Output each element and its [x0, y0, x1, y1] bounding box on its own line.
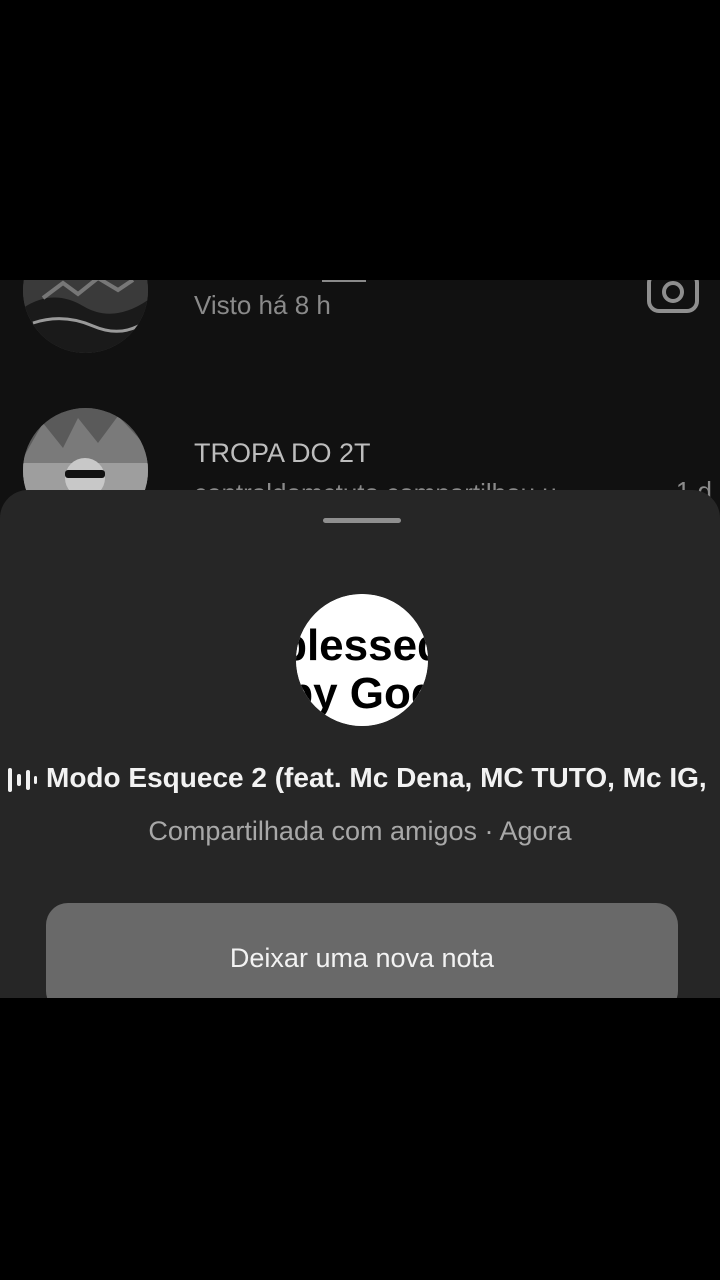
note-avatar[interactable]: blessed by God [296, 594, 428, 726]
app-screen: Visto há 8 h TROPA DO 2T centraldomctuto… [0, 280, 720, 998]
note-bottom-sheet: blessed by God Modo Esquece 2 (feat. Mc … [0, 490, 720, 998]
shared-info: Compartilhada com amigos · Agora [148, 816, 572, 846]
song-row[interactable]: Modo Esquece 2 (feat. Mc Dena, MC TUTO, … [0, 760, 720, 800]
last-seen-text: Visto há 8 h [194, 290, 331, 320]
avatar-text-line2: by God [296, 669, 428, 718]
song-title: Modo Esquece 2 (feat. Mc Dena, MC TUTO, … [46, 762, 707, 793]
drag-handle[interactable] [323, 518, 401, 523]
chat-title: TROPA DO 2T [194, 438, 371, 468]
chat-row[interactable]: Visto há 8 h [0, 280, 720, 390]
avatar-text-line1: blessed [296, 621, 428, 670]
sound-wave-icon [8, 768, 37, 792]
camera-icon[interactable] [646, 280, 700, 314]
new-note-button[interactable]: Deixar uma nova nota [46, 903, 678, 998]
avatar [23, 280, 148, 353]
